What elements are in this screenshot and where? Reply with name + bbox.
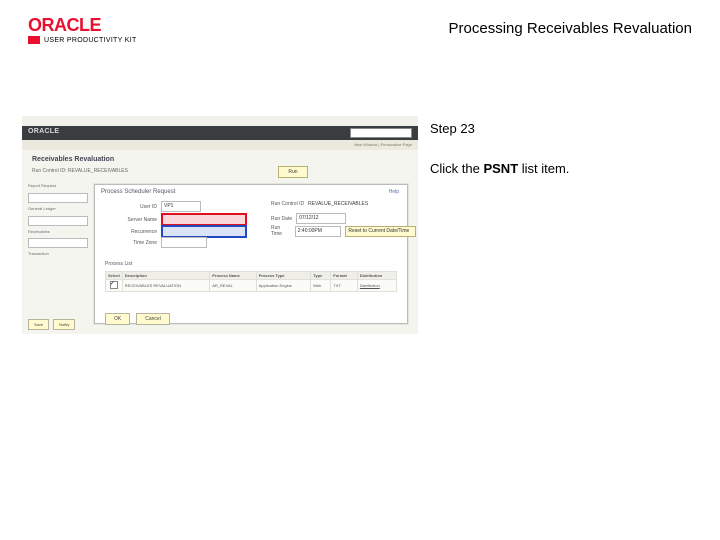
doc-header: ORACLE USER PRODUCTIVITY KIT Processing … <box>28 16 692 56</box>
thumb-page-title: Receivables Revaluation <box>32 156 114 163</box>
thumb-field-run-date: Run Date 07/12/12 <box>271 213 346 224</box>
thumb-footer-buttons: Save Notify <box>28 319 75 330</box>
upk-subtitle: USER PRODUCTIVITY KIT <box>44 37 137 44</box>
thumb-run-button[interactable]: Run <box>278 166 308 178</box>
thumb-field-time-zone: Time Zone <box>105 237 207 248</box>
thumb-label-run-date: Run Date <box>271 216 292 222</box>
th-process-name: Process Name <box>210 272 257 280</box>
th-process-type: Process Type <box>256 272 310 280</box>
th-description: Description <box>122 272 209 280</box>
td-distribution-link[interactable]: Distribution <box>357 280 396 292</box>
thumb-util-links: New Window | Personalize Page <box>22 140 418 150</box>
td-description: RECEIVABLES REVALUATION <box>122 280 209 292</box>
thumb-left-label-0: Report Request <box>28 184 90 189</box>
checkbox-icon[interactable] <box>110 281 118 289</box>
step-instruction: Click the PSNT list item. <box>430 160 690 178</box>
thumb-process-list-label: Process List <box>105 261 132 267</box>
thumb-left-input-0[interactable] <box>28 193 88 203</box>
table-header-row: Select Description Process Name Process … <box>106 272 397 280</box>
thumb-label-time-zone: Time Zone <box>105 240 157 246</box>
td-format[interactable]: TXT <box>331 280 358 292</box>
thumb-left-input-2[interactable] <box>28 238 88 248</box>
thumb-modal-help-link[interactable]: Help <box>389 189 399 195</box>
thumb-value-run-control: REVALUE_RECEIVABLES <box>308 201 368 207</box>
upk-red-bar-icon <box>28 36 40 44</box>
thumb-label-server-name: Server Name <box>105 217 157 223</box>
td-select[interactable] <box>106 280 123 292</box>
thumb-modal-title: Process Scheduler Request <box>101 189 175 195</box>
thumb-reset-button[interactable]: Reset to Current Date/Time <box>345 226 416 237</box>
thumb-field-user-id: User ID VP1 <box>105 201 201 212</box>
thumb-save-button[interactable]: Save <box>28 319 49 330</box>
table-row: RECEIVABLES REVALUATION AR_REVAL Applica… <box>106 280 397 292</box>
thumb-run-control-id: Run Control ID: REVALUE_RECEIVABLES <box>32 168 128 174</box>
thumb-left-label-4: Transaction <box>28 252 90 257</box>
th-format: Format <box>331 272 358 280</box>
thumb-value-time-zone[interactable] <box>161 237 207 248</box>
thumb-label-run-time: Run Time <box>271 225 291 237</box>
td-process-name: AR_REVAL <box>210 280 257 292</box>
thumb-breadcrumb-bar <box>22 116 418 126</box>
instruction-bold-target: PSNT <box>483 161 518 176</box>
th-distribution: Distribution <box>357 272 396 280</box>
thumb-value-user-id: VP1 <box>161 201 201 212</box>
thumb-value-run-date[interactable]: 07/12/12 <box>296 213 346 224</box>
oracle-wordmark: ORACLE <box>28 16 137 34</box>
thumb-process-scheduler-modal: Process Scheduler Request Help User ID V… <box>94 184 408 324</box>
thumb-ok-button[interactable]: OK <box>105 313 130 325</box>
td-process-type: Application Engine <box>256 280 310 292</box>
instruction-text-post: list item. <box>518 161 569 176</box>
thumb-oracle-wordmark: ORACLE <box>28 128 59 135</box>
step-number: Step 23 <box>430 120 690 138</box>
thumb-left-label-2: General Ledger <box>28 207 90 212</box>
app-screenshot-thumbnail: ORACLE New Window | Personalize Page Rec… <box>22 116 418 334</box>
document-title: Processing Receivables Revaluation <box>449 20 692 37</box>
th-type: Type <box>311 272 331 280</box>
thumb-value-run-time[interactable]: 2:40:00PM <box>295 226 342 237</box>
thumb-cancel-button[interactable]: Cancel <box>136 313 170 325</box>
thumb-modal-buttons: OK Cancel <box>105 313 170 325</box>
instruction-text-pre: Click the <box>430 161 483 176</box>
thumb-body: Receivables Revaluation Run Control ID: … <box>22 150 418 334</box>
thumb-search-input[interactable] <box>350 128 412 138</box>
thumb-left-label-3: Receivables <box>28 230 90 235</box>
instruction-pane: Step 23 Click the PSNT list item. <box>430 120 690 200</box>
thumb-left-column: Report Request General Ledger Receivable… <box>28 184 90 257</box>
thumb-label-recurrence: Recurrence <box>105 229 157 235</box>
thumb-brand-bar: ORACLE <box>22 126 418 140</box>
th-select: Select <box>106 272 123 280</box>
thumb-label-run-control: Run Control ID <box>271 201 304 207</box>
thumb-label-user-id: User ID <box>105 204 157 210</box>
td-type[interactable]: Web <box>311 280 331 292</box>
thumb-process-list-table: Select Description Process Name Process … <box>105 271 397 292</box>
thumb-notify-button[interactable]: Notify <box>53 319 75 330</box>
oracle-upk-logo: ORACLE USER PRODUCTIVITY KIT <box>28 16 137 44</box>
upk-line: USER PRODUCTIVITY KIT <box>28 36 137 44</box>
thumb-field-run-control: Run Control ID REVALUE_RECEIVABLES <box>271 201 368 207</box>
thumb-left-input-1[interactable] <box>28 216 88 226</box>
thumb-field-run-time: Run Time 2:40:00PM Reset to Current Date… <box>271 225 416 237</box>
